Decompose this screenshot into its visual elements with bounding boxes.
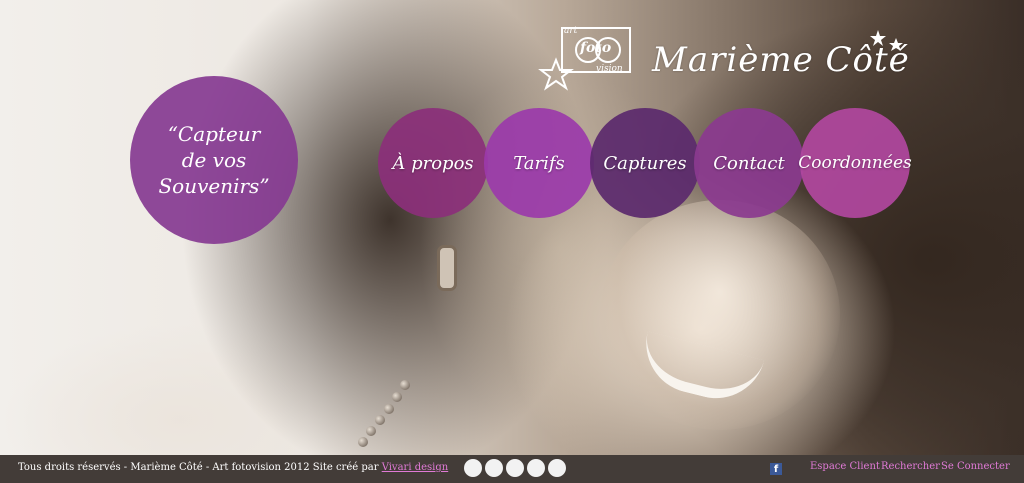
- footer-copyright: Tous droits réservés - Marième Côté - Ar…: [18, 462, 448, 473]
- logo-word-vision: vision: [596, 64, 623, 74]
- search-link[interactable]: Rechercher: [881, 461, 940, 472]
- login-link[interactable]: Se Connecter: [941, 461, 1010, 472]
- nav-rates[interactable]: Tarifs: [484, 108, 594, 218]
- slide-dot-2[interactable]: [485, 459, 503, 477]
- nav-rates-label: Tarifs: [513, 152, 565, 174]
- nav-contact[interactable]: Contact: [694, 108, 804, 218]
- camera-logo-icon: [538, 27, 631, 91]
- tagline-bubble: “Capteur de vos Souvenirs”: [130, 76, 298, 244]
- slideshow-pager: [464, 459, 566, 477]
- nav-about-label: À propos: [392, 152, 474, 174]
- client-area-link[interactable]: Espace Client: [810, 461, 880, 472]
- nav-contact-label: Contact: [713, 152, 785, 174]
- nav-about[interactable]: À propos: [378, 108, 488, 218]
- credit-link[interactable]: Vivari design: [382, 462, 449, 473]
- logo-word-art: art: [564, 26, 578, 36]
- footer-bar: Tous droits réservés - Marième Côté - Ar…: [0, 455, 1024, 483]
- facebook-icon[interactable]: f: [770, 463, 782, 475]
- slide-dot-3[interactable]: [506, 459, 524, 477]
- slide-dot-4[interactable]: [527, 459, 545, 477]
- nav-coordinates[interactable]: Coordonnées: [798, 108, 912, 218]
- logo-word-foto: foto: [580, 40, 612, 56]
- site-logo[interactable]: art foto vision Marième Côté: [536, 14, 916, 104]
- copyright-text: Tous droits réservés - Marième Côté - Ar…: [18, 462, 379, 473]
- slide-dot-1[interactable]: [464, 459, 482, 477]
- stars-icon: [870, 30, 903, 51]
- tagline-text: “Capteur de vos Souvenirs”: [158, 122, 270, 198]
- nav-captures-label: Captures: [603, 152, 687, 174]
- hero-earring-detail: [437, 245, 457, 291]
- nav-coordinates-label: Coordonnées: [798, 153, 912, 173]
- slide-dot-5[interactable]: [548, 459, 566, 477]
- nav-captures[interactable]: Captures: [590, 108, 700, 218]
